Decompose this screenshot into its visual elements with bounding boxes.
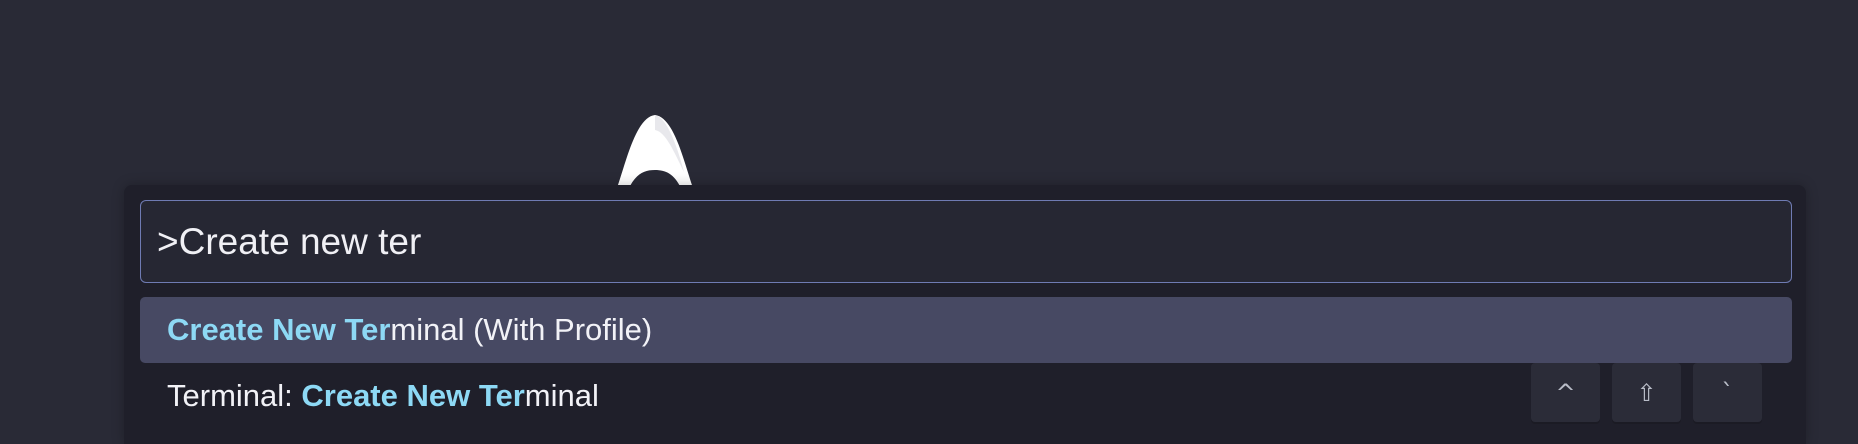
command-input-wrapper xyxy=(140,200,1792,283)
command-item-suffix: minal xyxy=(524,378,599,413)
keycap-control: ^ xyxy=(1531,363,1600,422)
command-item-label: Create New Terminal (With Profile) xyxy=(167,312,652,348)
command-item-label: Terminal: Create New Terminal xyxy=(167,378,599,414)
app-logo-icon xyxy=(617,115,693,188)
command-item-suffix: minal (With Profile) xyxy=(390,312,653,347)
command-palette: Create New Terminal (With Profile) Termi… xyxy=(124,185,1806,444)
keybinding: ^ ⇧ ` xyxy=(1531,363,1762,422)
command-item-prefix: Terminal: xyxy=(167,378,302,413)
command-input[interactable] xyxy=(141,201,1791,282)
command-item-match: Create New Ter xyxy=(167,312,391,347)
keycap-backtick: ` xyxy=(1693,363,1762,422)
command-list: Create New Terminal (With Profile) Termi… xyxy=(140,297,1792,429)
command-item-match: Create New Ter xyxy=(301,378,525,413)
app-logo xyxy=(614,112,696,188)
command-item-create-terminal[interactable]: Terminal: Create New Terminal ^ ⇧ ` xyxy=(140,363,1792,429)
keycap-shift: ⇧ xyxy=(1612,363,1681,422)
command-item-create-terminal-with-profile[interactable]: Create New Terminal (With Profile) xyxy=(140,297,1792,363)
